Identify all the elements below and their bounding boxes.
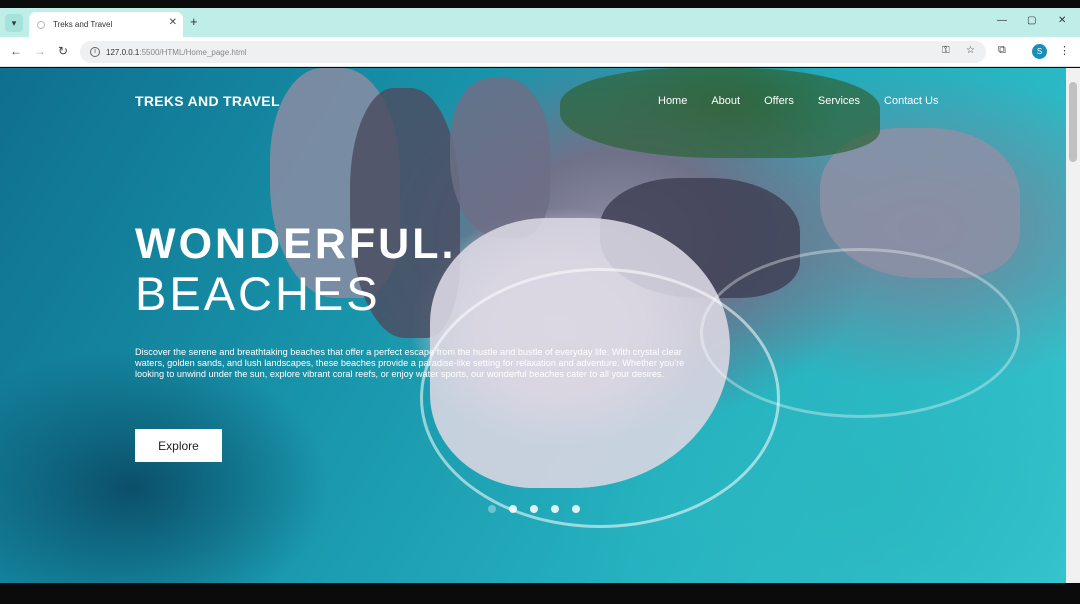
extensions-icon[interactable]: ⧉ <box>998 44 1006 57</box>
maximize-icon[interactable]: ▢ <box>1027 15 1036 26</box>
slider-dot[interactable] <box>572 505 580 513</box>
scrollbar-thumb[interactable] <box>1069 82 1077 162</box>
tab-close-icon[interactable]: ✕ <box>169 17 177 28</box>
site-logo[interactable]: TREKS AND TRAVEL <box>135 93 280 109</box>
background-rock <box>450 78 550 238</box>
nav-item-offers[interactable]: Offers <box>764 95 794 107</box>
slider-dots <box>488 505 593 513</box>
site-info-icon[interactable]: i <box>90 47 100 57</box>
bookmark-star-icon[interactable]: ☆ <box>966 45 975 56</box>
password-key-icon[interactable]: ⚿ <box>942 45 950 56</box>
url-input[interactable]: i 127.0.0.1:5500/HTML/Home_page.html ⚿ ☆ <box>80 41 986 63</box>
nav-item-services[interactable]: Services <box>818 95 860 107</box>
minimize-icon[interactable]: — <box>997 15 1007 26</box>
profile-avatar[interactable]: S <box>1032 44 1047 59</box>
hero-heading-line2: BEACHES <box>135 267 381 320</box>
slider-dot[interactable] <box>488 505 496 513</box>
browser-tab[interactable]: Treks and Travel ✕ <box>29 12 183 37</box>
slider-dot[interactable] <box>551 505 559 513</box>
browser-menu-icon[interactable]: ⋮ <box>1059 44 1070 57</box>
slider-dot[interactable] <box>530 505 538 513</box>
address-bar: ← → ↻ i 127.0.0.1:5500/HTML/Home_page.ht… <box>0 37 1080 67</box>
slider-dot[interactable] <box>509 505 517 513</box>
nav-item-home[interactable]: Home <box>658 95 687 107</box>
hero-section: TREKS AND TRAVEL Home About Offers Servi… <box>0 68 1066 583</box>
background-surf <box>700 248 1020 418</box>
screen-frame: ▾ Treks and Travel ✕ + — ▢ ✕ ← → ↻ i 127… <box>0 0 1080 604</box>
tab-title: Treks and Travel <box>53 20 113 29</box>
background-vegetation <box>560 68 880 158</box>
explore-button[interactable]: Explore <box>135 429 222 462</box>
nav-item-about[interactable]: About <box>711 95 740 107</box>
window-close-icon[interactable]: ✕ <box>1058 15 1066 26</box>
tab-search-icon[interactable]: ▾ <box>5 14 23 32</box>
forward-icon[interactable]: → <box>34 44 46 58</box>
new-tab-button[interactable]: + <box>190 14 198 29</box>
hero-description: Discover the serene and breathtaking bea… <box>135 347 685 379</box>
hero-heading-line1: WONDERFUL. <box>135 220 457 268</box>
favicon-icon <box>37 20 45 29</box>
main-nav: Home About Offers Services Contact Us <box>658 95 962 107</box>
page-scrollbar[interactable] <box>1066 68 1080 583</box>
browser-tab-bar: ▾ Treks and Travel ✕ + — ▢ ✕ <box>0 8 1080 37</box>
back-icon[interactable]: ← <box>10 44 22 58</box>
url-text: 127.0.0.1:5500/HTML/Home_page.html <box>106 47 247 57</box>
reload-icon[interactable]: ↻ <box>58 44 68 58</box>
nav-item-contact[interactable]: Contact Us <box>884 95 938 107</box>
